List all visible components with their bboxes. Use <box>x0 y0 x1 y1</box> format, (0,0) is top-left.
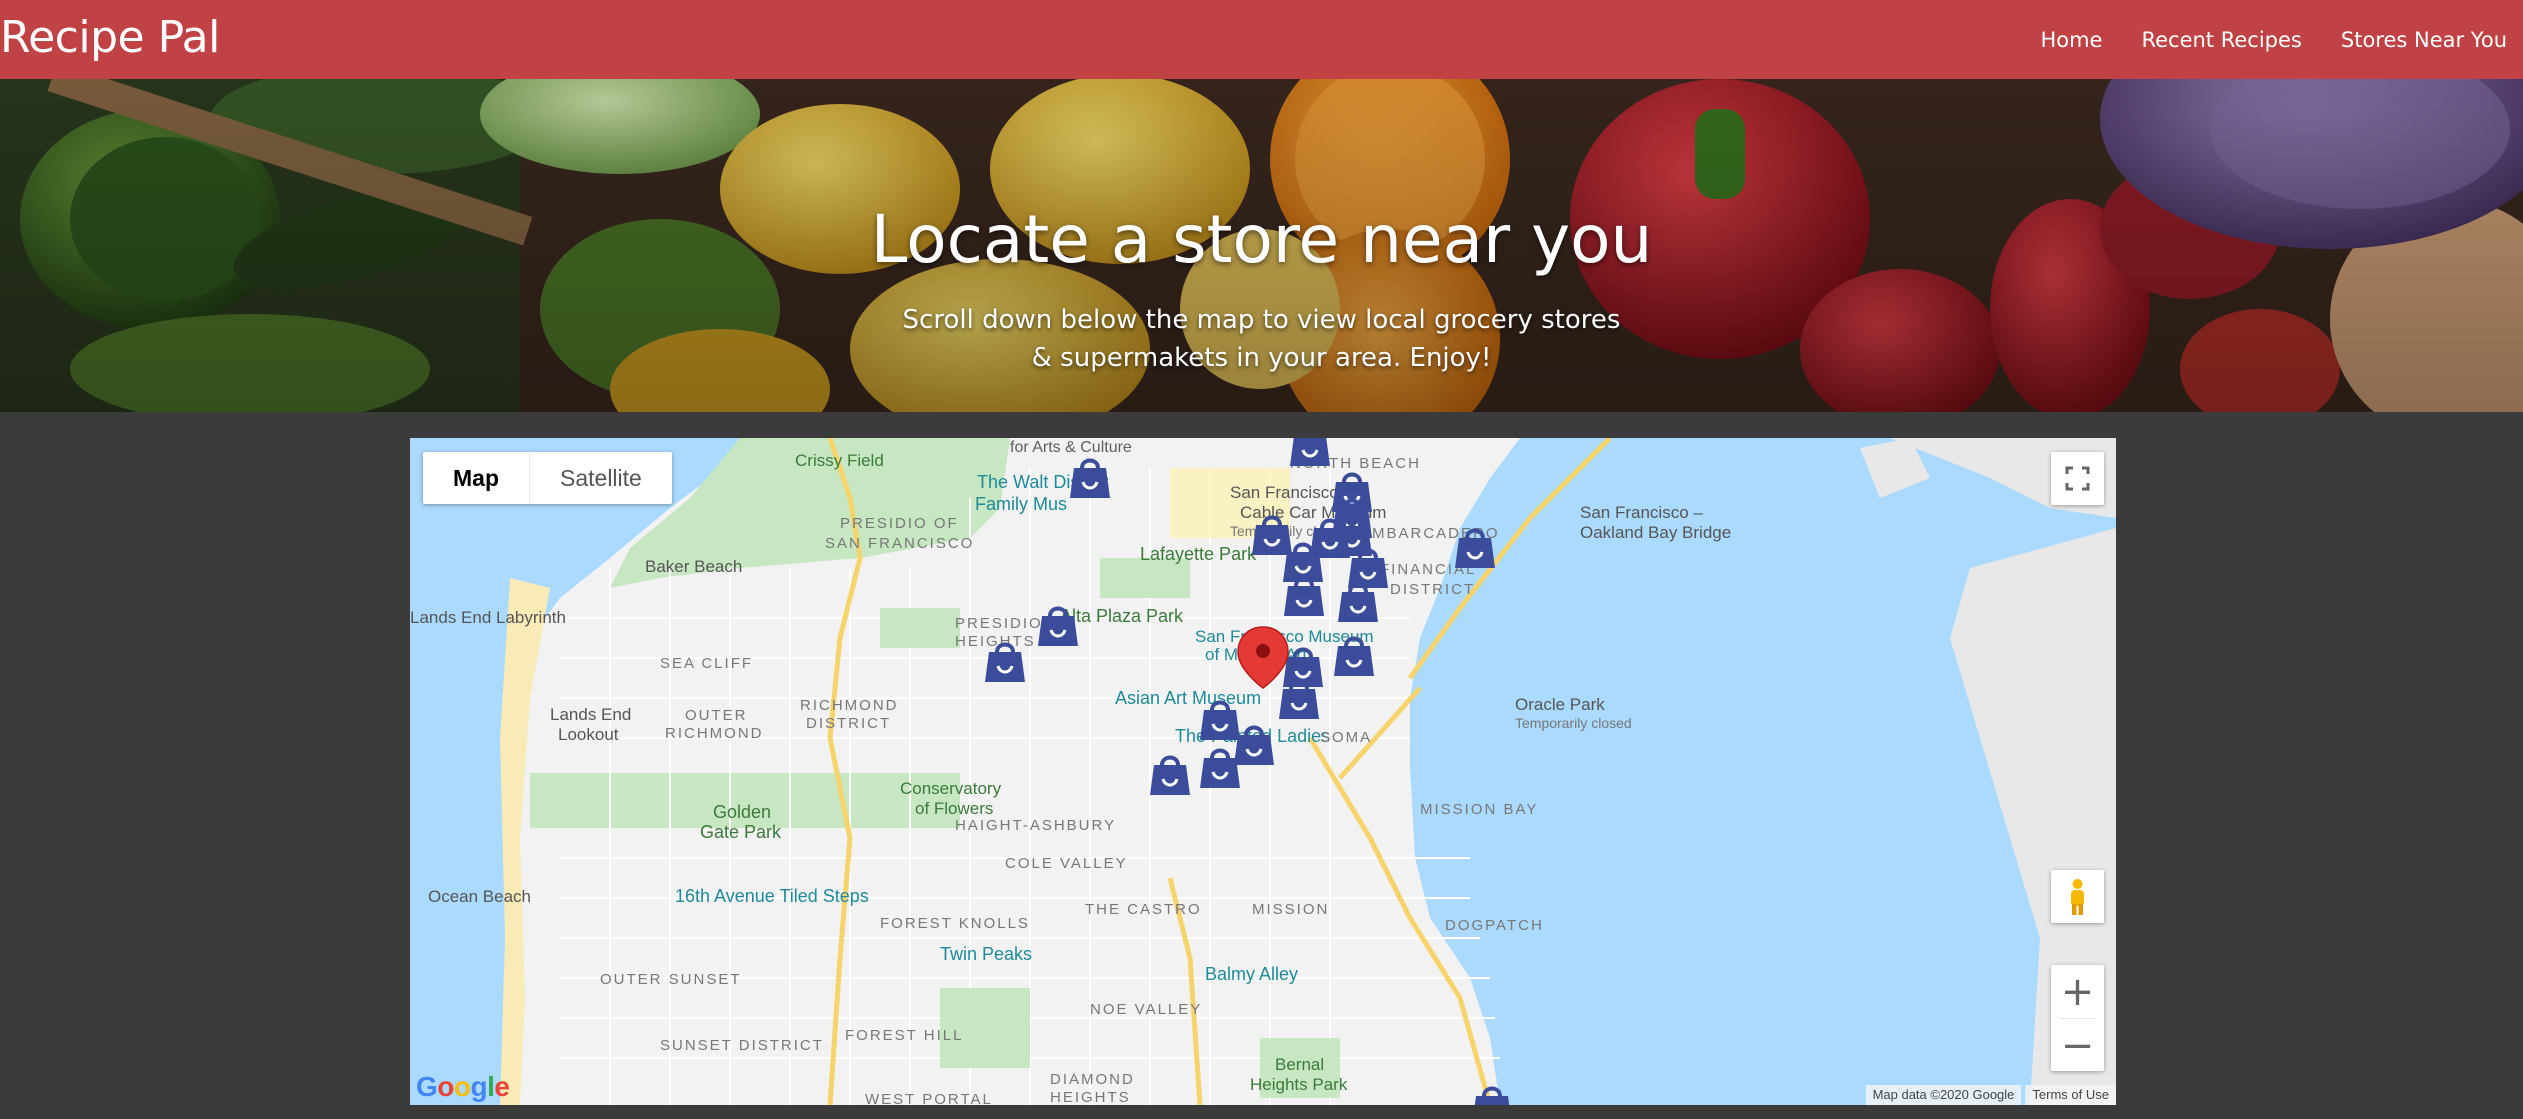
map-label: DOGPATCH <box>1445 917 1544 934</box>
map-label: RICHMOND <box>665 725 764 742</box>
map-label: OUTER SUNSET <box>600 971 742 988</box>
nav-link-home[interactable]: Home <box>2040 28 2102 52</box>
map-label: WEST PORTAL <box>865 1091 993 1105</box>
nav-links: Home Recent Recipes Stores Near You <box>2001 0 2523 79</box>
map-label: Ocean Beach <box>428 887 531 906</box>
map-label: of Flowers <box>915 799 993 818</box>
map-label: SUNSET DISTRICT <box>660 1037 824 1054</box>
terms-of-use-link[interactable]: Terms of Use <box>2025 1085 2116 1105</box>
map-data-attribution: Map data ©2020 Google <box>1865 1085 2022 1105</box>
map-label: HEIGHTS <box>1050 1089 1131 1105</box>
map-type-map-button[interactable]: Map <box>423 452 530 504</box>
zoom-control: + − <box>2051 965 2104 1071</box>
map-label: HAIGHT-ASHBURY <box>955 817 1116 834</box>
map-label: PRESIDIO <box>955 615 1043 632</box>
map-canvas[interactable]: for Arts & Culture Crissy Field The Walt… <box>410 438 2116 1105</box>
map-label: Lands End <box>550 705 631 724</box>
map-label: Crissy Field <box>795 451 884 470</box>
map-type-control: Map Satellite <box>423 452 672 504</box>
store-bag-marker-icon[interactable] <box>1290 438 1330 466</box>
map-label: SEA CLIFF <box>660 655 753 672</box>
fullscreen-button[interactable] <box>2051 452 2104 505</box>
map-label: Temporarily closed <box>1515 715 1632 731</box>
nav-link-stores-near-you[interactable]: Stores Near You <box>2341 28 2507 52</box>
zoom-out-button[interactable]: − <box>2051 1019 2104 1072</box>
map-label: Heights Park <box>1250 1075 1348 1094</box>
map-label: San Francisco – <box>1580 503 1703 522</box>
map-label: MISSION <box>1252 901 1329 918</box>
map-label: Lands End Labyrinth <box>410 608 566 627</box>
map-label: DISTRICT <box>1390 581 1475 598</box>
google-logo[interactable]: Google <box>416 1071 510 1103</box>
map-label: Lafayette Park <box>1140 544 1257 564</box>
top-navbar: Recipe Pal Home Recent Recipes Stores Ne… <box>0 0 2523 79</box>
pegman-icon <box>2071 879 2084 915</box>
map-label: Lookout <box>558 725 619 744</box>
brand-logo[interactable]: Recipe Pal <box>0 12 220 63</box>
map-label: FOREST HILL <box>845 1027 963 1044</box>
stores-map[interactable]: for Arts & Culture Crissy Field The Walt… <box>410 438 2116 1105</box>
map-label: San Francisco <box>1230 483 1339 502</box>
fullscreen-icon <box>2065 466 2090 491</box>
map-label: HEIGHTS <box>955 633 1036 650</box>
map-label: MISSION BAY <box>1420 801 1538 818</box>
map-label: FOREST KNOLLS <box>880 915 1030 932</box>
map-label: Twin Peaks <box>940 944 1032 964</box>
map-label: PRESIDIO OF <box>840 515 959 532</box>
map-attribution: Map data ©2020 Google Terms of Use <box>1865 1085 2116 1105</box>
zoom-in-button[interactable]: + <box>2051 965 2104 1018</box>
map-label: Bernal <box>1275 1055 1324 1074</box>
hero-text: Locate a store near you Scroll down belo… <box>0 79 2523 412</box>
map-label: NOE VALLEY <box>1090 1001 1202 1018</box>
hero-subtitle-line2: & supermakets in your area. Enjoy! <box>1031 343 1492 373</box>
map-label: COLE VALLEY <box>1005 855 1128 872</box>
hero-title: Locate a store near you <box>870 201 1653 278</box>
map-label: Balmy Alley <box>1205 964 1298 984</box>
map-label: DIAMOND <box>1050 1071 1135 1088</box>
map-label: Family Mus <box>975 494 1067 514</box>
map-label: SOMA <box>1320 729 1372 746</box>
hero-banner: Locate a store near you Scroll down belo… <box>0 79 2523 412</box>
map-label: Gate Park <box>700 822 782 842</box>
map-label: Golden <box>713 802 771 822</box>
map-label: Alta Plaza Park <box>1060 606 1184 626</box>
map-label: DISTRICT <box>806 715 891 732</box>
map-label: Baker Beach <box>645 557 742 576</box>
map-label: for Arts & Culture <box>1010 439 1132 456</box>
map-label: RICHMOND <box>800 697 899 714</box>
map-label: Asian Art Museum <box>1115 688 1261 708</box>
hero-subtitle-line1: Scroll down below the map to view local … <box>902 305 1621 335</box>
map-label: THE CASTRO <box>1085 901 1202 918</box>
map-label: OUTER <box>685 707 748 724</box>
map-label: 16th Avenue Tiled Steps <box>675 886 869 906</box>
map-label: Oakland Bay Bridge <box>1580 523 1731 542</box>
map-label: Conservatory <box>900 779 1002 798</box>
map-type-satellite-button[interactable]: Satellite <box>530 452 672 504</box>
street-view-button[interactable] <box>2051 870 2104 923</box>
map-label: SAN FRANCISCO <box>825 535 974 552</box>
map-label: Oracle Park <box>1515 695 1605 714</box>
nav-link-recent-recipes[interactable]: Recent Recipes <box>2141 28 2301 52</box>
